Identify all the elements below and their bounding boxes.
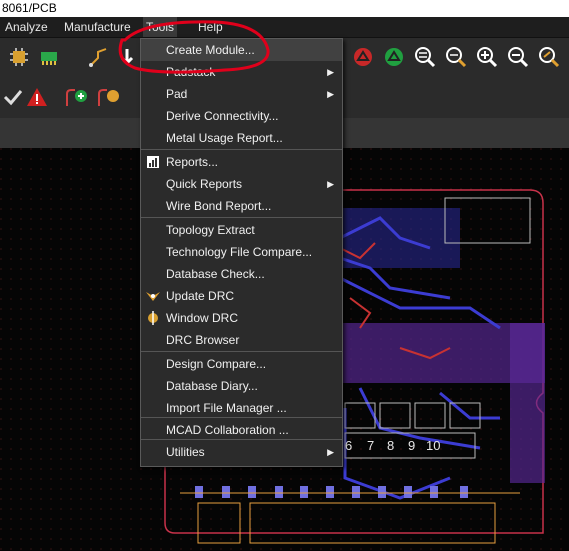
wire-bond-report-item[interactable]: Wire Bond Report... xyxy=(141,195,342,217)
metal-usage-report-item[interactable]: Metal Usage Report... xyxy=(141,127,342,149)
zoom-fit-icon[interactable] xyxy=(412,44,438,70)
menu-item-label: Database Diary... xyxy=(166,379,258,393)
pin-label: 9 xyxy=(408,438,415,453)
menu-tools[interactable]: Tools xyxy=(143,17,178,37)
menu-item-label: Utilities xyxy=(166,445,205,459)
zoom-in-icon[interactable] xyxy=(474,44,500,70)
pin-label: 8 xyxy=(387,438,394,453)
component-icon[interactable] xyxy=(6,44,32,70)
menu-item-label: Create Module... xyxy=(166,43,255,57)
pin-label: 6 xyxy=(345,438,352,453)
zoom-window-icon[interactable] xyxy=(443,44,469,70)
edit-trace-icon[interactable] xyxy=(96,84,122,110)
chip-icon[interactable] xyxy=(36,44,62,70)
submenu-arrow-icon: ▶ xyxy=(327,89,334,99)
menu-separator xyxy=(141,351,342,352)
menu-separator xyxy=(141,439,342,440)
menu-item-label: Wire Bond Report... xyxy=(166,199,272,213)
route-icon[interactable] xyxy=(86,44,112,70)
zoom-previous-icon[interactable] xyxy=(536,44,562,70)
window-title-bar: 8061/PCB xyxy=(0,0,569,17)
window-drc-icon xyxy=(145,310,161,326)
submenu-arrow-icon: ▶ xyxy=(327,67,334,77)
reports-item[interactable]: Reports... xyxy=(141,151,342,173)
menu-item-label: Topology Extract xyxy=(166,223,255,237)
quick-reports-item[interactable]: Quick Reports ▶ xyxy=(141,173,342,195)
pin-label: 7 xyxy=(367,438,374,453)
report-icon xyxy=(145,154,161,170)
menu-item-label: Derive Connectivity... xyxy=(166,109,279,123)
update-drc-icon xyxy=(145,288,161,304)
menu-item-label: Quick Reports xyxy=(166,177,243,191)
menu-item-label: Design Compare... xyxy=(166,357,267,371)
create-module-item[interactable]: Create Module... xyxy=(141,39,342,61)
technology-file-compare-item[interactable]: Technology File Compare... xyxy=(141,241,342,263)
padstack-item[interactable]: Padstack ▶ xyxy=(141,61,342,83)
menu-item-label: Update DRC xyxy=(166,289,235,303)
database-check-item[interactable]: Database Check... xyxy=(141,263,342,285)
update-drc-item[interactable]: Update DRC xyxy=(141,285,342,307)
menu-separator xyxy=(141,217,342,218)
menu-item-label: Technology File Compare... xyxy=(166,245,313,259)
menu-separator xyxy=(141,417,342,418)
tools-dropdown-menu: Create Module... Padstack ▶ Pad ▶ Derive Conn… xyxy=(140,38,343,467)
menu-item-label: Metal Usage Report... xyxy=(166,131,283,145)
menu-item-label: Reports... xyxy=(166,155,219,169)
warning-icon[interactable] xyxy=(24,84,50,110)
window-title: 8061/PCB xyxy=(2,1,57,15)
move-icon[interactable] xyxy=(114,44,140,70)
design-compare-item[interactable]: Design Compare... xyxy=(141,353,342,375)
menu-item-label: Database Check... xyxy=(166,267,265,281)
pin-label: 10 xyxy=(426,438,440,453)
window-drc-item[interactable]: Window DRC xyxy=(141,307,342,329)
zoom-out-icon[interactable] xyxy=(505,44,531,70)
menu-item-label: Pad xyxy=(166,87,188,101)
check-icon[interactable] xyxy=(0,84,26,110)
submenu-arrow-icon: ▶ xyxy=(327,447,334,457)
mcad-collaboration-item[interactable]: MCAD Collaboration ... xyxy=(141,419,342,441)
menu-item-label: DRC Browser xyxy=(166,333,240,347)
menu-help[interactable]: Help xyxy=(195,17,226,37)
add-trace-icon[interactable] xyxy=(64,84,90,110)
submenu-arrow-icon: ▶ xyxy=(327,179,334,189)
menu-item-label: MCAD Collaboration ... xyxy=(166,423,289,437)
drc-green-icon[interactable] xyxy=(381,44,407,70)
menu-manufacture[interactable]: Manufacture xyxy=(61,17,134,37)
drc-red-icon[interactable] xyxy=(350,44,376,70)
menu-item-label: Padstack xyxy=(166,65,216,79)
menu-item-label: Import File Manager ... xyxy=(166,401,287,415)
utilities-item[interactable]: Utilities ▶ xyxy=(141,441,342,463)
menu-item-label: Window DRC xyxy=(166,311,239,325)
pad-item[interactable]: Pad ▶ xyxy=(141,83,342,105)
topology-extract-item[interactable]: Topology Extract xyxy=(141,219,342,241)
derive-connectivity-item[interactable]: Derive Connectivity... xyxy=(141,105,342,127)
import-file-manager-item[interactable]: Import File Manager ... xyxy=(141,397,342,419)
menu-bar: Analyze Manufacture Tools Help xyxy=(0,17,569,38)
drc-browser-item[interactable]: DRC Browser xyxy=(141,329,342,351)
menu-analyze[interactable]: Analyze xyxy=(2,17,51,37)
database-diary-item[interactable]: Database Diary... xyxy=(141,375,342,397)
menu-separator xyxy=(141,149,342,150)
